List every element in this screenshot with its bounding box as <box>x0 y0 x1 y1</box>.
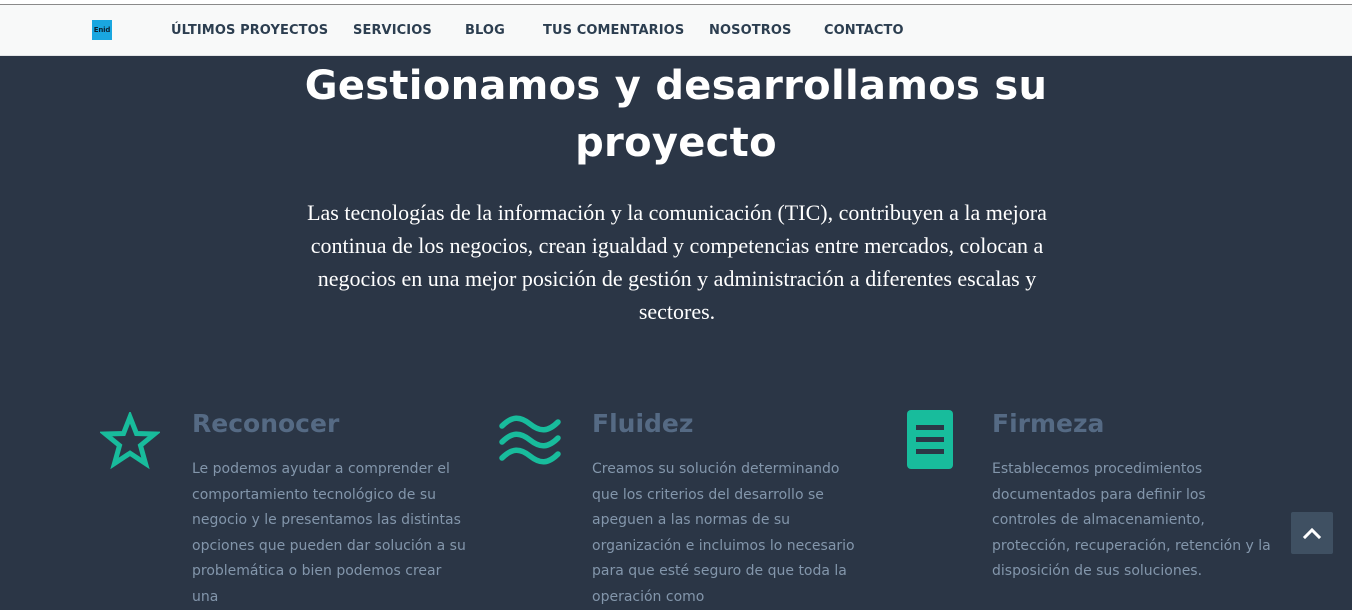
feature-text-firmeza: Establecemos procedimientos documentados… <box>992 461 1271 579</box>
waves-icon <box>498 414 562 471</box>
nav-link-contacto[interactable]: CONTACTO <box>824 23 904 38</box>
feature-title-firmeza: Firmeza <box>992 409 1105 438</box>
nav-link-servicios[interactable]: SERVICIOS <box>353 23 432 38</box>
document-icon <box>906 410 954 474</box>
nav-link-tus-comentarios[interactable]: TUS COMENTARIOS <box>543 23 684 38</box>
logo[interactable]: Enid <box>92 20 112 40</box>
feature-title-fluidez: Fluidez <box>592 409 694 438</box>
nav-link-nosotros[interactable]: NOSOTROS <box>709 23 791 38</box>
scroll-to-top-button[interactable] <box>1291 512 1333 554</box>
hero-title: Gestionamos y desarrollamos su proyecto <box>304 63 1048 166</box>
feature-title-reconocer: Reconocer <box>192 409 340 438</box>
feature-text-fluidez: Creamos su solución determinando que los… <box>592 461 855 605</box>
chevron-up-icon <box>1302 527 1322 540</box>
navbar: Enid ÚLTIMOS PROYECTOS SERVICIOS BLOG TU… <box>0 5 1352 56</box>
feature-text-reconocer: Le podemos ayudar a comprender el compor… <box>192 461 466 605</box>
nav-link-blog[interactable]: BLOG <box>465 23 505 38</box>
star-icon <box>98 410 162 475</box>
nav-link-ultimos-proyectos[interactable]: ÚLTIMOS PROYECTOS <box>171 23 328 38</box>
hero-text: Las tecnologías de la información y la c… <box>307 200 1047 324</box>
